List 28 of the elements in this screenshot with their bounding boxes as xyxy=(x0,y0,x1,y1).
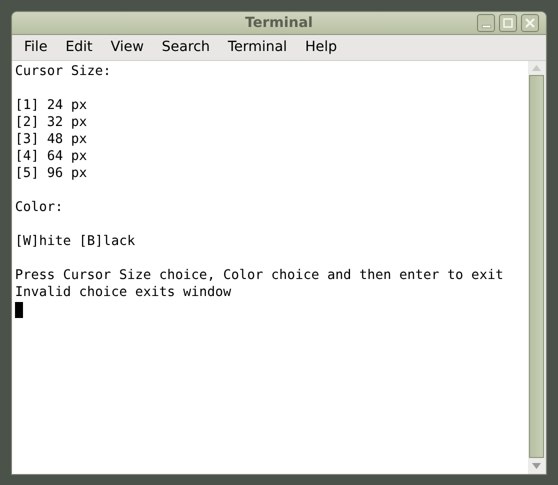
terminal-line: [5] 96 px xyxy=(15,165,88,182)
terminal-line: [3] 48 px xyxy=(15,131,88,148)
terminal-line: Press Cursor Size choice, Color choice and then enter to exit xyxy=(15,267,504,284)
maximize-button[interactable] xyxy=(499,14,517,32)
minimize-button[interactable] xyxy=(477,14,495,32)
scrollbar[interactable] xyxy=(528,61,545,474)
window-title: Terminal xyxy=(245,14,313,32)
terminal-line: [2] 32 px xyxy=(15,114,88,131)
scrollbar-thumb[interactable] xyxy=(529,75,544,458)
menu-item[interactable]: Terminal xyxy=(218,37,296,58)
terminal-line: Cursor Size: xyxy=(15,63,112,80)
menu-item[interactable]: File xyxy=(15,37,56,58)
menu-item[interactable]: View xyxy=(102,37,153,58)
menu-item[interactable]: Help xyxy=(296,37,346,58)
terminal-line: [1] 24 px xyxy=(15,97,88,114)
scroll-down-icon xyxy=(532,463,541,469)
menu-item[interactable]: Search xyxy=(152,37,219,58)
minimize-icon xyxy=(482,25,490,28)
text-cursor xyxy=(15,302,23,318)
terminal-line: Color: xyxy=(15,199,64,216)
scroll-up-icon xyxy=(532,65,541,71)
close-button[interactable] xyxy=(521,14,539,32)
close-icon xyxy=(525,18,535,28)
terminal-line: [W]hite [B]lack xyxy=(15,233,136,250)
menu-item[interactable]: Edit xyxy=(56,37,102,58)
maximize-icon xyxy=(503,18,513,28)
terminal-line: Invalid choice exits window xyxy=(15,284,232,301)
terminal-line: [4] 64 px xyxy=(15,148,88,165)
